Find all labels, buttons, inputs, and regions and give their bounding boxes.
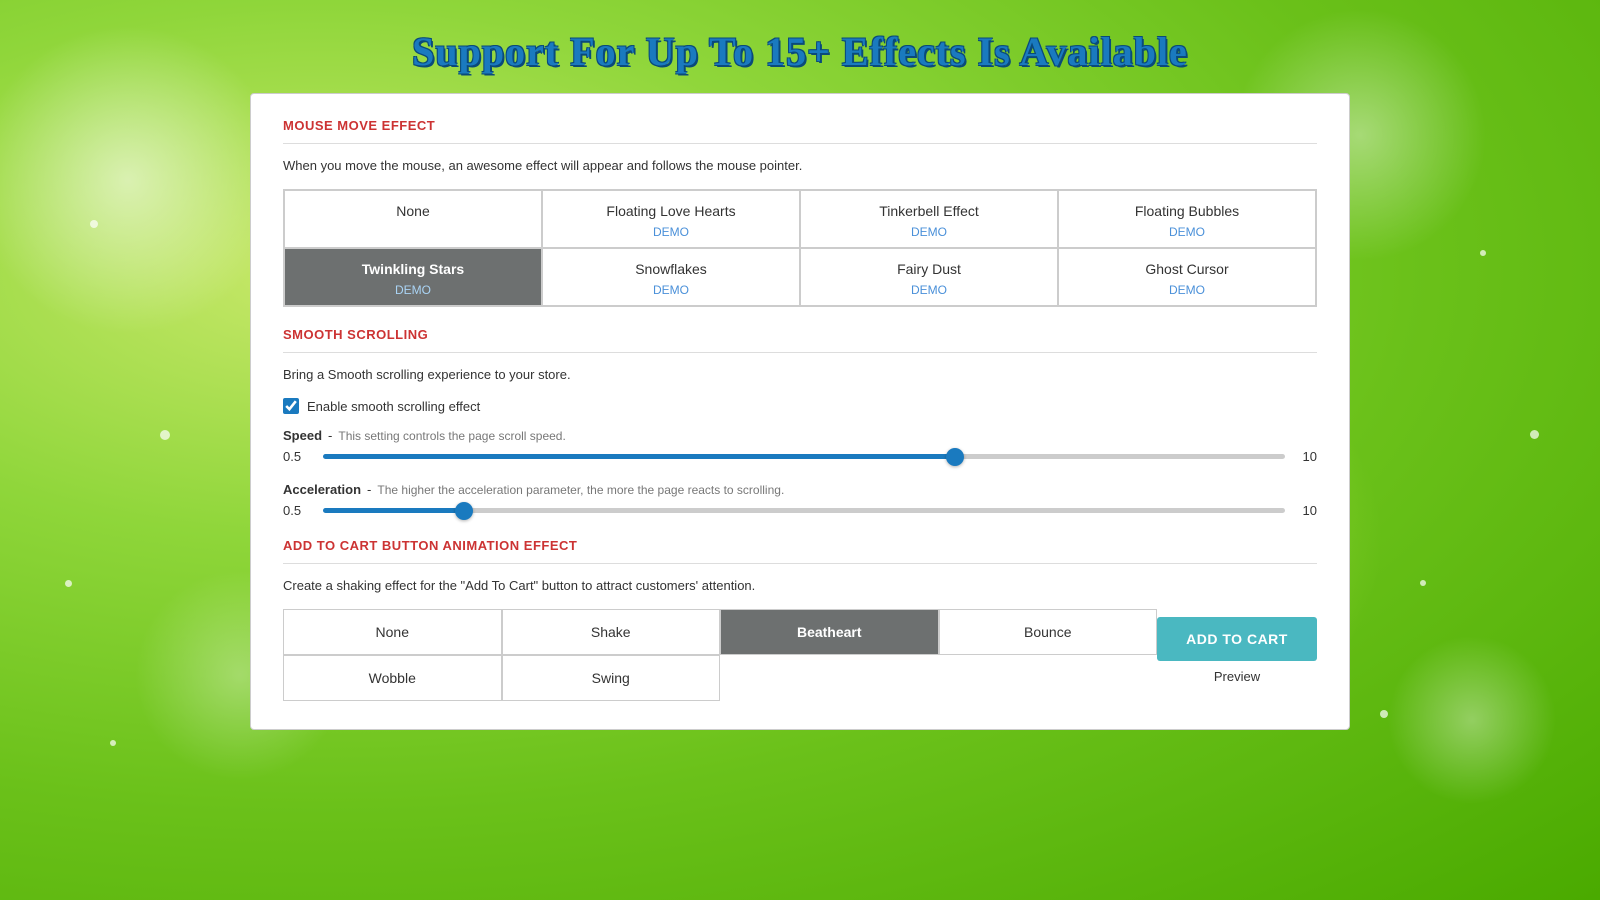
speed-dash: - [328, 428, 332, 443]
effect-fairy-dust-demo[interactable]: DEMO [911, 283, 947, 297]
dot-decor [1380, 710, 1388, 718]
effect-floating-love-hearts-label: Floating Love Hearts [606, 203, 735, 219]
effect-ghost-cursor-demo[interactable]: DEMO [1169, 283, 1205, 297]
effect-snowflakes[interactable]: Snowflakes DEMO [542, 248, 800, 306]
enable-smooth-scrolling-row: Enable smooth scrolling effect [283, 398, 1317, 414]
effect-floating-love-hearts[interactable]: Floating Love Hearts DEMO [542, 190, 800, 248]
speed-slider[interactable] [323, 454, 1285, 459]
section-divider-3 [283, 563, 1317, 564]
accel-slider-row: 0.5 10 [283, 503, 1317, 518]
cart-row-1: None Shake Beatheart Bounce [283, 609, 1157, 655]
cart-btn-wobble[interactable]: Wobble [283, 655, 502, 701]
effect-twinkling-stars-label: Twinkling Stars [362, 261, 464, 277]
effect-snowflakes-label: Snowflakes [635, 261, 707, 277]
cart-btn-beatheart[interactable]: Beatheart [720, 609, 939, 655]
mouse-effect-desc: When you move the mouse, an awesome effe… [283, 158, 1317, 173]
smooth-scrolling-desc: Bring a Smooth scrolling experience to y… [283, 367, 1317, 382]
preview-label: Preview [1214, 669, 1260, 684]
smooth-scrolling-title: SMOOTH SCROLLING [283, 327, 1317, 342]
smooth-scrolling-checkbox[interactable] [283, 398, 299, 414]
speed-slider-row: 0.5 10 [283, 449, 1317, 464]
speed-slider-section: Speed - This setting controls the page s… [283, 428, 1317, 464]
dot-decor [160, 430, 170, 440]
smooth-scrolling-section: SMOOTH SCROLLING Bring a Smooth scrollin… [283, 327, 1317, 518]
effect-ghost-cursor-label: Ghost Cursor [1145, 261, 1228, 277]
accel-label: Acceleration [283, 482, 361, 497]
accel-slider[interactable] [323, 508, 1285, 513]
speed-max: 10 [1297, 449, 1317, 464]
dot-decor [1480, 250, 1486, 256]
mouse-effect-grid: None Floating Love Hearts DEMO Tinkerbel… [283, 189, 1317, 307]
effect-none[interactable]: None [284, 190, 542, 248]
speed-label-row: Speed - This setting controls the page s… [283, 428, 1317, 443]
effect-twinkling-stars-demo[interactable]: DEMO [395, 283, 431, 297]
accel-dash: - [367, 482, 371, 497]
dot-decor [1530, 430, 1539, 439]
cart-btn-shake[interactable]: Shake [502, 609, 721, 655]
cart-btn-swing[interactable]: Swing [502, 655, 721, 701]
effect-fairy-dust[interactable]: Fairy Dust DEMO [800, 248, 1058, 306]
dot-decor [90, 220, 98, 228]
accel-slider-section: Acceleration - The higher the accelerati… [283, 482, 1317, 518]
effect-fairy-dust-label: Fairy Dust [897, 261, 961, 277]
speed-label: Speed [283, 428, 322, 443]
effect-twinkling-stars[interactable]: Twinkling Stars DEMO [284, 248, 542, 306]
mouse-effect-section-title: MOUSE MOVE EFFECT [283, 118, 1317, 133]
speed-min: 0.5 [283, 449, 311, 464]
effect-tinkerbell-demo[interactable]: DEMO [911, 225, 947, 239]
accel-desc: The higher the acceleration parameter, t… [377, 483, 784, 497]
page-title: Support For Up To 15+ Effects Is Availab… [0, 0, 1600, 93]
cart-row-2: Wobble Swing [283, 655, 1157, 701]
cart-btn-none[interactable]: None [283, 609, 502, 655]
effect-floating-bubbles-label: Floating Bubbles [1135, 203, 1239, 219]
accel-label-row: Acceleration - The higher the accelerati… [283, 482, 1317, 497]
effect-floating-bubbles-demo[interactable]: DEMO [1169, 225, 1205, 239]
cart-layout: None Shake Beatheart Bounce Wobble Swing… [283, 609, 1317, 701]
dot-decor [110, 740, 116, 746]
effect-floating-love-hearts-demo[interactable]: DEMO [653, 225, 689, 239]
section-divider-2 [283, 352, 1317, 353]
effect-ghost-cursor[interactable]: Ghost Cursor DEMO [1058, 248, 1316, 306]
dot-decor [65, 580, 72, 587]
smooth-scrolling-checkbox-label[interactable]: Enable smooth scrolling effect [307, 399, 480, 414]
effect-tinkerbell-label: Tinkerbell Effect [879, 203, 979, 219]
add-to-cart-button[interactable]: ADD TO CART [1157, 617, 1317, 661]
cart-animation-desc: Create a shaking effect for the "Add To … [283, 578, 1317, 593]
effect-tinkerbell[interactable]: Tinkerbell Effect DEMO [800, 190, 1058, 248]
effect-none-label: None [396, 203, 429, 219]
dot-decor [1420, 580, 1426, 586]
cart-animation-title: ADD TO CART BUTTON ANIMATION EFFECT [283, 538, 1317, 553]
accel-min: 0.5 [283, 503, 311, 518]
accel-max: 10 [1297, 503, 1317, 518]
section-divider-1 [283, 143, 1317, 144]
cart-buttons-area: None Shake Beatheart Bounce Wobble Swing [283, 609, 1157, 701]
cart-animation-section: ADD TO CART BUTTON ANIMATION EFFECT Crea… [283, 538, 1317, 701]
effect-snowflakes-demo[interactable]: DEMO [653, 283, 689, 297]
speed-desc: This setting controls the page scroll sp… [338, 429, 565, 443]
cart-preview-area: ADD TO CART Preview [1157, 609, 1317, 684]
cart-btn-bounce[interactable]: Bounce [939, 609, 1158, 655]
effect-floating-bubbles[interactable]: Floating Bubbles DEMO [1058, 190, 1316, 248]
main-panel: MOUSE MOVE EFFECT When you move the mous… [250, 93, 1350, 730]
